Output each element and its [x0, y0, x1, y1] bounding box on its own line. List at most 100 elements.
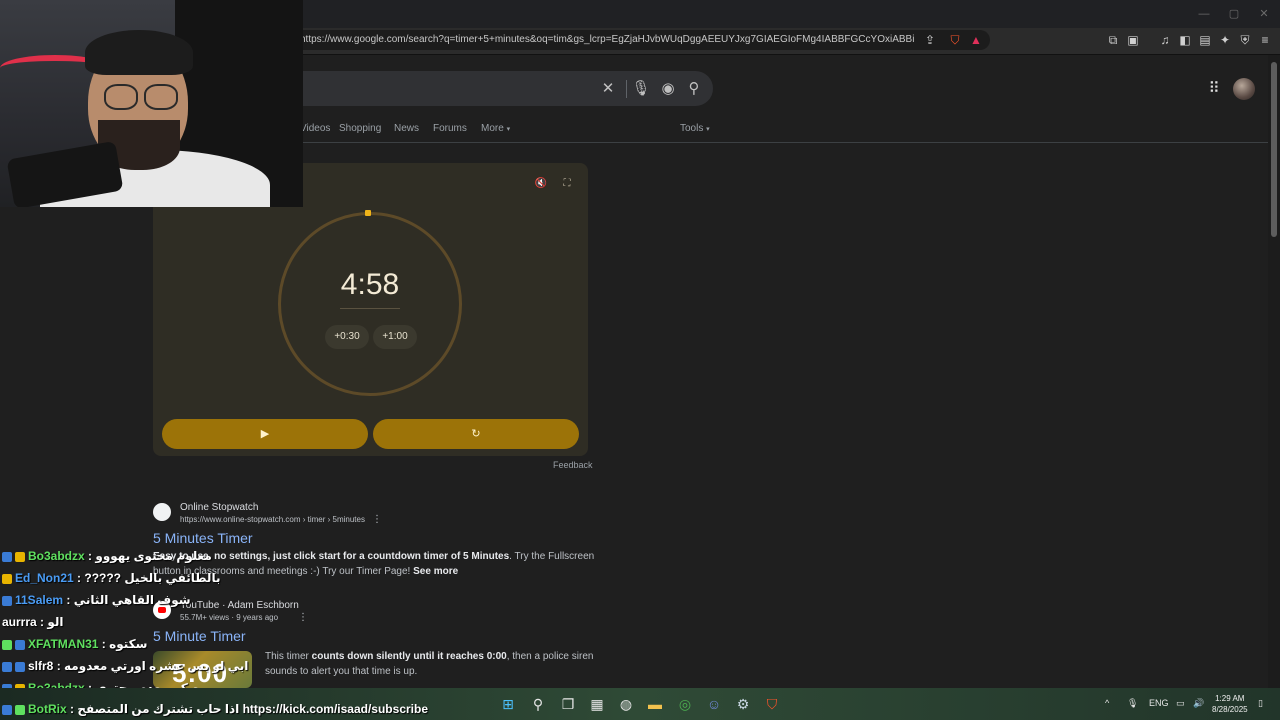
result-title-link[interactable]: 5 Minutes Timer — [153, 530, 253, 546]
chat-badge-icon — [2, 661, 12, 672]
menu-icon[interactable]: ≡ — [1258, 33, 1272, 47]
chat-username: 11Salem — [15, 593, 64, 607]
lens-search-icon[interactable]: ◉ — [658, 79, 678, 99]
snippet-text: , then a police siren — [506, 651, 594, 662]
store-icon[interactable]: ▦ — [587, 694, 607, 714]
sidebar-icon[interactable]: ◧ — [1178, 33, 1192, 47]
network-icon[interactable]: ▭ — [1176, 698, 1185, 709]
result-url[interactable]: https://www.online-stopwatch.com › timer… — [180, 515, 365, 524]
reset-icon: ↻ — [471, 428, 481, 440]
leo-ai-icon[interactable]: ✦ — [1218, 33, 1232, 47]
windows-start-icon[interactable]: ⊞ — [498, 694, 518, 714]
system-clock[interactable]: 1:29 AM 8/28/2025 — [1212, 693, 1248, 715]
chevron-down-icon: ▾ — [506, 126, 511, 133]
brave-shield-icon[interactable]: ⛉ — [948, 33, 962, 47]
chat-message: Ed_Non21 : ????? بالطائفي بالخيل — [2, 571, 220, 585]
chat-badge-icon — [2, 551, 12, 562]
chat-badge-icon — [2, 595, 12, 606]
brave-rewards-icon[interactable]: ▲ — [969, 33, 983, 47]
chat-text: اذا حاب تشترك من المتصفح https://kick.co… — [77, 702, 428, 716]
language-indicator[interactable]: ENG — [1149, 698, 1169, 708]
chat-badge-icon — [2, 573, 12, 584]
file-explorer-icon[interactable]: ▬ — [645, 694, 665, 714]
chrome-icon[interactable]: ◎ — [675, 694, 695, 714]
snippet-highlight: counts down silently until it reaches 0:… — [311, 651, 507, 662]
chat-message: 11Salem : شوف القاهي الثاني — [2, 593, 191, 607]
snippet-text: This timer — [265, 651, 312, 662]
chat-badge-icon — [2, 639, 12, 650]
chat-message: BotRix : اذا حاب تشترك من المتصفح https:… — [2, 702, 428, 716]
tools-label: Tools — [680, 123, 704, 134]
result-site-name[interactable]: Online Stopwatch — [180, 502, 258, 513]
result-snippet-line2: sounds to alert you that time is up. — [265, 666, 418, 677]
chat-username: XFATMAN31 — [28, 637, 99, 651]
feedback-link[interactable]: Feedback — [553, 460, 593, 470]
vpn-shield-icon[interactable]: ⛨ — [1238, 33, 1252, 47]
fullscreen-icon[interactable]: ⛶ — [560, 177, 574, 191]
tab-news[interactable]: News — [394, 123, 419, 134]
timer-time-display[interactable]: 4:58 — [330, 268, 410, 302]
avatar[interactable] — [1233, 78, 1255, 100]
voice-search-icon[interactable]: 🎙 — [631, 79, 651, 99]
tools-button[interactable]: Tools ▾ — [680, 123, 710, 134]
result-snippet: This timer counts down silently until it… — [265, 649, 593, 664]
chat-text: ابي لو بس عشره اورتي معدومه — [64, 659, 249, 673]
notification-icon[interactable]: ▯ — [1258, 698, 1263, 709]
chat-badge-icon — [2, 704, 12, 715]
music-icon[interactable]: ♫ — [1158, 33, 1172, 47]
online-stopwatch-favicon — [153, 503, 171, 521]
share-icon[interactable]: ⇪ — [923, 33, 937, 47]
result-options-icon[interactable]: ⋮ — [298, 612, 308, 623]
start-button[interactable]: ▶ — [162, 419, 368, 449]
screenshot-icon[interactable]: ▣ — [1126, 33, 1140, 47]
brave-browser-icon[interactable]: ⛉ — [762, 694, 782, 714]
chat-text: ????? بالطائفي بالخيل — [84, 571, 221, 585]
taskbar-search-icon[interactable]: ⚲ — [528, 694, 548, 714]
task-view-icon[interactable]: ❐ — [558, 694, 578, 714]
chat-username: Ed_Non21 — [15, 571, 74, 585]
see-more-link[interactable]: See more — [413, 566, 458, 577]
clock-time: 1:29 AM — [1215, 694, 1245, 703]
tab-more-label: More — [481, 123, 504, 134]
search-divider — [626, 80, 627, 98]
tray-overflow-icon[interactable]: ^ — [1105, 698, 1109, 708]
add-30-seconds-button[interactable]: +0:30 — [325, 325, 369, 349]
volume-icon[interactable]: 🔊 — [1193, 698, 1204, 709]
result-snippet: Easy to use, no settings, just click sta… — [153, 549, 594, 564]
result-title-link[interactable]: 5 Minute Timer — [153, 628, 246, 644]
wallet-icon[interactable]: ▤ — [1198, 33, 1212, 47]
chat-message: Bo3abdzx : معلوم محتوى يهووو — [2, 549, 212, 563]
chat-username: slfr8 — [28, 659, 54, 673]
search-icon[interactable]: ⚲ — [684, 79, 704, 99]
result-meta: 55.7M+ views · 9 years ago — [180, 613, 279, 622]
tabs-divider — [150, 142, 1268, 143]
mute-icon[interactable]: 🔇 — [534, 177, 548, 191]
url-text[interactable]: https://www.google.com/search?q=timer+5+… — [300, 34, 915, 45]
discord-icon[interactable]: ☺ — [704, 694, 724, 714]
webcam-overlay — [0, 0, 303, 207]
steam-icon[interactable]: ⚙ — [733, 694, 753, 714]
scrollbar-thumb[interactable] — [1271, 62, 1277, 237]
chat-text: معلوم محتوى يهووو — [95, 549, 212, 563]
add-1-minute-button[interactable]: +1:00 — [373, 325, 417, 349]
chat-username: BotRix — [28, 702, 67, 716]
maximize-icon[interactable]: ▢ — [1226, 6, 1242, 22]
minimize-icon[interactable]: — — [1196, 6, 1212, 22]
google-apps-icon[interactable]: ⠿ — [1205, 80, 1223, 98]
close-window-icon[interactable]: ✕ — [1256, 6, 1272, 22]
extensions-icon[interactable]: ⧉ — [1106, 33, 1120, 47]
clear-search-icon[interactable]: ✕ — [598, 79, 618, 99]
reset-button[interactable]: ↻ — [373, 419, 579, 449]
result-options-icon[interactable]: ⋮ — [372, 514, 382, 525]
tab-videos[interactable]: Videos — [300, 123, 330, 134]
result-site-name[interactable]: YouTube · Adam Eschborn — [180, 600, 299, 611]
tab-more[interactable]: More ▾ — [481, 123, 510, 134]
timer-progress-indicator — [365, 210, 371, 216]
tab-forums[interactable]: Forums — [433, 123, 467, 134]
obs-icon[interactable]: ◍ — [616, 694, 636, 714]
timer-progress-ring — [278, 212, 462, 396]
tab-shopping[interactable]: Shopping — [339, 123, 381, 134]
chat-message: XFATMAN31 : سكتوه — [2, 637, 147, 651]
snippet-text: . Try the Fullscreen — [509, 551, 595, 562]
microphone-icon[interactable]: 🎙 — [1127, 698, 1138, 709]
